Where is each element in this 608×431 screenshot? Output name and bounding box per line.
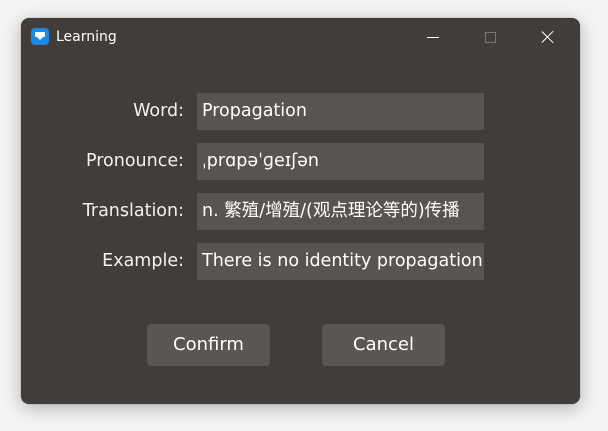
learning-dialog: Learning Word: Propagation Pronounce: ˌp… bbox=[21, 18, 580, 404]
confirm-button[interactable]: Confirm bbox=[147, 324, 270, 366]
example-field[interactable]: There is no identity propagation bbox=[197, 243, 484, 280]
word-field[interactable]: Propagation bbox=[197, 93, 484, 130]
translation-field[interactable]: n. 繁殖/增殖/(观点理论等的)传播 bbox=[197, 193, 484, 230]
maximize-icon bbox=[484, 31, 496, 43]
word-row: Word: Propagation bbox=[21, 93, 580, 130]
example-row: Example: There is no identity propagatio… bbox=[21, 243, 580, 280]
pronounce-row: Pronounce: ˌprɑpəˈɡeɪʃən bbox=[21, 143, 580, 180]
minimize-button[interactable] bbox=[418, 22, 448, 52]
example-label: Example: bbox=[102, 251, 184, 271]
pronounce-label: Pronounce: bbox=[85, 151, 184, 171]
close-icon bbox=[541, 30, 555, 44]
translation-label: Translation: bbox=[82, 201, 184, 221]
translation-row: Translation: n. 繁殖/增殖/(观点理论等的)传播 bbox=[21, 193, 580, 230]
window-title: Learning bbox=[56, 29, 117, 45]
cancel-button[interactable]: Cancel bbox=[322, 324, 445, 366]
minimize-icon bbox=[427, 36, 439, 38]
close-button[interactable] bbox=[533, 22, 563, 52]
title-bar[interactable]: Learning bbox=[21, 18, 580, 56]
pronounce-field[interactable]: ˌprɑpəˈɡeɪʃən bbox=[197, 143, 484, 180]
message-bubble-icon bbox=[31, 28, 49, 45]
word-label: Word: bbox=[133, 101, 184, 121]
maximize-button[interactable] bbox=[475, 22, 505, 52]
